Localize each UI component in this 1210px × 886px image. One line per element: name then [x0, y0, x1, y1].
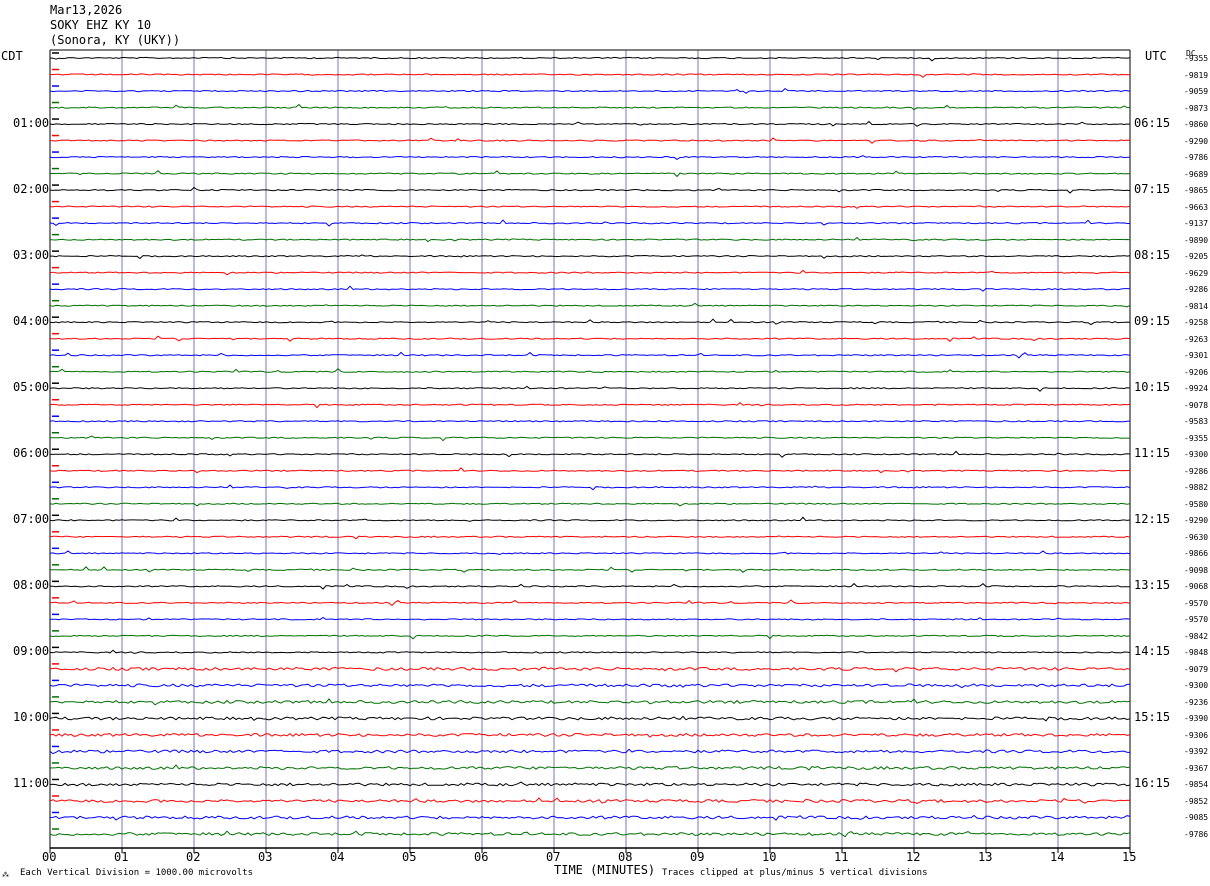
seismogram-plot	[49, 49, 1131, 853]
trace-line	[49, 236, 1131, 243]
trace-line	[49, 186, 1131, 194]
trace-line	[49, 781, 1131, 787]
trace-line	[49, 269, 1131, 276]
trace-line	[49, 830, 1131, 838]
trace-line	[49, 616, 1131, 621]
trace-line	[49, 318, 1131, 326]
trace-line	[49, 649, 1131, 654]
trace-line	[49, 87, 1131, 94]
trace-line	[49, 219, 1130, 227]
trace-line	[49, 385, 1131, 392]
trace-line	[49, 683, 1130, 689]
trace-line	[49, 155, 1130, 161]
trace-line	[50, 582, 1130, 590]
trace-line	[49, 502, 1131, 507]
trace-line	[49, 748, 1131, 755]
warning-mark: ⁂	[2, 871, 9, 879]
trace-line	[49, 170, 1131, 178]
trace-line	[49, 435, 1131, 442]
trace-line	[49, 137, 1131, 144]
trace-line	[49, 764, 1131, 771]
trace-line	[49, 120, 1131, 127]
trace-line	[49, 698, 1131, 706]
trace-line	[49, 814, 1131, 821]
trace-line	[49, 732, 1131, 738]
trace-line	[49, 516, 1131, 522]
scale-note: Each Vertical Division = 1000.00 microvo…	[20, 868, 253, 878]
trace-line	[49, 103, 1131, 111]
trace-line	[49, 401, 1131, 409]
trace-line	[49, 205, 1131, 209]
trace-line	[49, 73, 1131, 78]
trace-line	[49, 351, 1131, 359]
trace-line	[49, 56, 1131, 62]
clip-note: Traces clipped at plus/minus 5 vertical …	[662, 868, 928, 878]
trace-line	[49, 335, 1131, 342]
trace-line	[49, 420, 1131, 423]
trace-line	[49, 484, 1131, 491]
trace-line	[49, 715, 1131, 722]
trace-line	[49, 535, 1131, 540]
trace-line	[49, 599, 1131, 607]
trace-line	[49, 666, 1131, 673]
trace-line	[49, 450, 1131, 458]
trace-line	[49, 368, 1131, 374]
trace-line	[49, 467, 1131, 474]
trace-line	[49, 797, 1131, 804]
trace-line	[49, 285, 1131, 292]
trace-line	[49, 302, 1131, 308]
trace-line	[50, 254, 1131, 260]
x-axis-label: TIME (MINUTES)	[554, 863, 656, 877]
trace-line	[49, 550, 1131, 555]
trace-line	[49, 634, 1131, 640]
trace-line	[49, 566, 1131, 573]
